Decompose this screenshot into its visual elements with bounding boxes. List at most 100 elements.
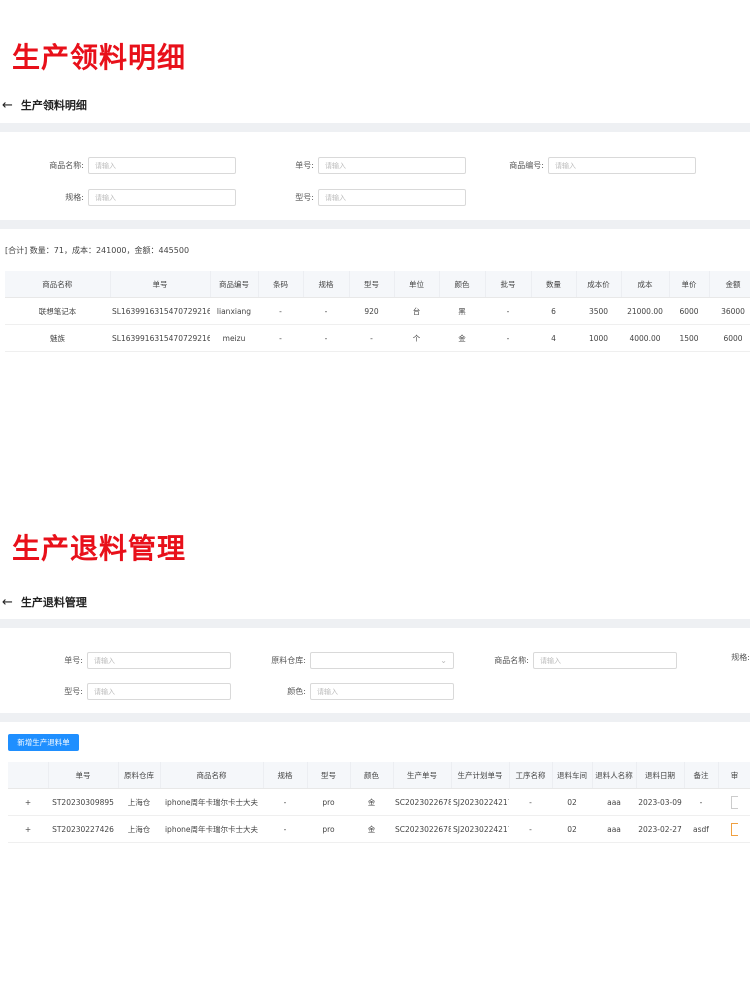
- filter-label: 商品编号:: [509, 161, 544, 170]
- product-name-input[interactable]: 请输入: [88, 157, 236, 174]
- audit-action-cell[interactable]: [718, 815, 750, 843]
- table-cell: 21000.00: [621, 297, 669, 325]
- model-filter: 型号: 请输入: [250, 189, 466, 206]
- column-header[interactable]: 商品名称: [5, 271, 111, 298]
- product-code-input[interactable]: 请输入: [548, 157, 696, 174]
- table-cell: 魅族: [5, 324, 110, 352]
- table-cell: 联想笔记本: [5, 297, 110, 325]
- table-cell: -: [485, 324, 531, 352]
- column-header[interactable]: 批号: [485, 271, 532, 298]
- table-cell: ST20230227426: [48, 815, 118, 843]
- color-input[interactable]: 请输入: [310, 683, 454, 700]
- table-cell: 920: [349, 297, 394, 325]
- column-header[interactable]: 备注: [684, 762, 719, 789]
- model-input[interactable]: 请输入: [318, 189, 466, 206]
- section2-big-title: 生产退料管理: [12, 532, 187, 565]
- table-cell: pro: [307, 815, 350, 843]
- color-filter: 颜色: 请输入: [243, 683, 454, 700]
- table-cell: iphone周年卡瑞尔卡士大夫: [160, 815, 263, 843]
- column-header[interactable]: 单价: [669, 271, 710, 298]
- table-cell: aaa: [592, 788, 636, 816]
- column-header[interactable]: 规格: [263, 762, 308, 789]
- table-cell: iphone周年卡瑞尔卡士大夫: [160, 788, 263, 816]
- table-row[interactable]: 魅族 SL1639916315470729216 meizu - - - 个 金…: [5, 324, 750, 352]
- table-cell: 6000: [669, 297, 709, 325]
- audit-action-cell[interactable]: [718, 788, 750, 816]
- column-header[interactable]: 颜色: [439, 271, 486, 298]
- column-header: [8, 762, 49, 789]
- column-header[interactable]: 成本价: [576, 271, 622, 298]
- table-cell: -: [263, 815, 307, 843]
- table-cell: pro: [307, 788, 350, 816]
- table-row[interactable]: + ST20230309895 上海仓 iphone周年卡瑞尔卡士大夫 - pr…: [8, 788, 750, 816]
- order-no-input[interactable]: 请输入: [87, 652, 231, 669]
- column-header[interactable]: 单号: [110, 271, 211, 298]
- table-header-row: 商品名称 单号 商品编号 条码 规格 型号 单位 颜色 批号 数量 成本价 成本…: [5, 271, 750, 298]
- table-cell: 金: [350, 815, 393, 843]
- table-cell: 金: [350, 788, 393, 816]
- column-header[interactable]: 条码: [258, 271, 304, 298]
- table-cell: 1000: [576, 324, 621, 352]
- column-header[interactable]: 商品编号: [210, 271, 259, 298]
- column-header[interactable]: 单位: [394, 271, 440, 298]
- column-header[interactable]: 生产计划单号: [451, 762, 510, 789]
- audit-tag[interactable]: [731, 795, 738, 809]
- column-header[interactable]: 颜色: [350, 762, 394, 789]
- divider-band: [0, 123, 750, 132]
- audit-tag[interactable]: [731, 822, 738, 836]
- table-cell: 6000: [709, 324, 750, 352]
- column-header[interactable]: 数量: [531, 271, 577, 298]
- order-no-filter: 单号: 请输入: [250, 157, 466, 174]
- table-cell: -: [509, 788, 552, 816]
- column-header[interactable]: 生产单号: [393, 762, 452, 789]
- back-arrow-icon[interactable]: ←: [2, 98, 13, 113]
- requisition-table: 商品名称 单号 商品编号 条码 规格 型号 单位 颜色 批号 数量 成本价 成本…: [5, 271, 750, 352]
- table-cell: -: [258, 324, 303, 352]
- back-arrow-icon[interactable]: ←: [2, 595, 13, 610]
- table-row[interactable]: + ST20230227426 上海仓 iphone周年卡瑞尔卡士大夫 - pr…: [8, 815, 750, 843]
- table-cell: 6: [531, 297, 576, 325]
- table-cell: 2023-03-09: [636, 788, 684, 816]
- column-header[interactable]: 审: [718, 762, 750, 789]
- column-header[interactable]: 型号: [349, 271, 395, 298]
- column-header[interactable]: 原料仓库: [118, 762, 161, 789]
- table-cell: 金: [439, 324, 485, 352]
- add-return-order-button[interactable]: 新增生产退料单: [8, 734, 79, 751]
- order-no-input[interactable]: 请输入: [318, 157, 466, 174]
- table-cell: -: [303, 324, 349, 352]
- table-cell: -: [263, 788, 307, 816]
- expand-row-button[interactable]: +: [8, 815, 48, 843]
- column-header[interactable]: 金额: [709, 271, 750, 298]
- expand-row-button[interactable]: +: [8, 788, 48, 816]
- column-header[interactable]: 商品名称: [160, 762, 264, 789]
- divider-band: [0, 220, 750, 229]
- divider-band: [0, 713, 750, 722]
- column-header[interactable]: 退料人名称: [592, 762, 637, 789]
- filter-label: 型号:: [295, 193, 314, 202]
- spec-filter: 规格:: [690, 652, 750, 663]
- column-header[interactable]: 退料车间: [552, 762, 593, 789]
- table-row[interactable]: 联想笔记本 SL1639916315470729216 lianxiang - …: [5, 297, 750, 325]
- column-header[interactable]: 单号: [48, 762, 119, 789]
- return-table: 单号 原料仓库 商品名称 规格 型号 颜色 生产单号 生产计划单号 工序名称 退…: [8, 762, 750, 843]
- filter-label: 单号:: [64, 656, 83, 665]
- filter-label: 型号:: [64, 687, 83, 696]
- filter-label: 原料仓库:: [271, 656, 306, 665]
- column-header[interactable]: 退料日期: [636, 762, 685, 789]
- table-cell: -: [509, 815, 552, 843]
- column-header[interactable]: 工序名称: [509, 762, 553, 789]
- table-cell: 3500: [576, 297, 621, 325]
- product-name-input[interactable]: 请输入: [533, 652, 677, 669]
- column-header[interactable]: 型号: [307, 762, 351, 789]
- filter-label: 商品名称:: [49, 161, 84, 170]
- model-input[interactable]: 请输入: [87, 683, 231, 700]
- warehouse-filter: 原料仓库: ⌄: [243, 652, 454, 669]
- table-cell: -: [258, 297, 303, 325]
- spec-filter: 规格: 请输入: [20, 189, 236, 206]
- table-cell: 台: [394, 297, 439, 325]
- spec-input[interactable]: 请输入: [88, 189, 236, 206]
- column-header[interactable]: 成本: [621, 271, 670, 298]
- filter-label: 颜色:: [287, 687, 306, 696]
- column-header[interactable]: 规格: [303, 271, 350, 298]
- warehouse-select[interactable]: ⌄: [310, 652, 454, 669]
